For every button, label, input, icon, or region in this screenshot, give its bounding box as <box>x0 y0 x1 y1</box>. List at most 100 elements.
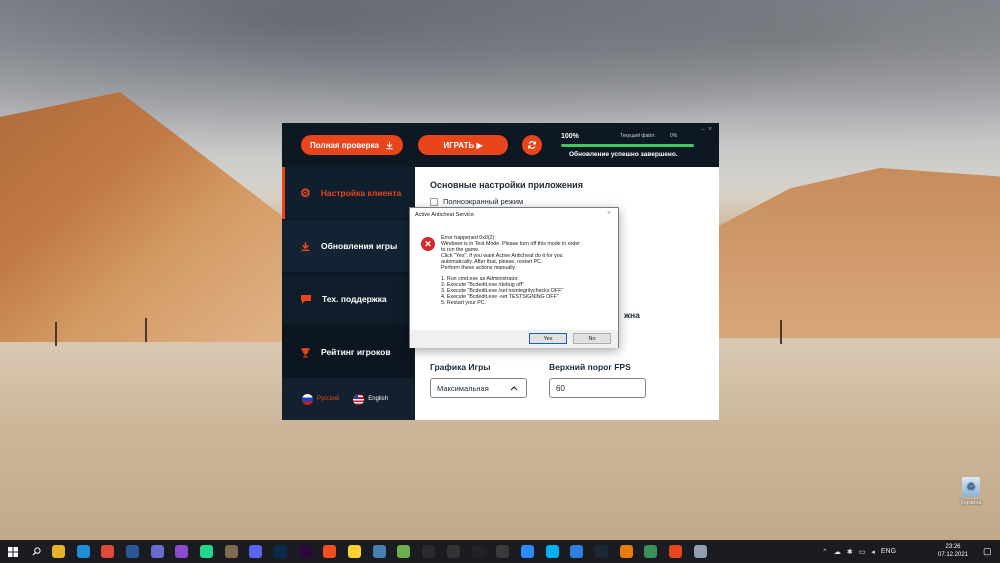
recycle-bin[interactable]: ♻ Корзина <box>951 477 991 506</box>
taskbar-launcher-app[interactable] <box>663 540 688 563</box>
sidebar-item-label: Рейтинг игроков <box>321 347 391 357</box>
status-text: Обновление успешно завершено. <box>569 151 678 158</box>
taskbar: ⌃ ☁ ✱ ▭ ◂ ENG 23:26 07.12.2021 ▢ <box>0 540 1000 563</box>
taskbar-edge[interactable] <box>71 540 96 563</box>
taskbar-figma[interactable] <box>318 540 343 563</box>
dialog-close-button[interactable]: × <box>607 210 611 217</box>
visual-studio-icon <box>175 545 189 558</box>
notification-icon[interactable]: ▢ <box>983 546 992 557</box>
taskbar-zoom[interactable] <box>515 540 540 563</box>
taskbar-pycharm[interactable] <box>194 540 219 563</box>
play-button[interactable]: ИГРАТЬ ▶ <box>418 135 508 155</box>
graphics-label: Графика Игры <box>430 362 491 372</box>
fullscreen-checkbox[interactable] <box>430 197 438 206</box>
close-button[interactable]: × <box>708 126 712 133</box>
windows-icon <box>8 546 18 557</box>
chevron-up-icon[interactable]: ⌃ <box>822 548 828 556</box>
error-dialog: Active Anticheat Service × ✕ Error happe… <box>409 207 619 348</box>
taskbar-apps <box>46 540 713 563</box>
word-icon <box>125 545 139 558</box>
taskbar-epic-games[interactable] <box>441 540 466 563</box>
taskbar-miro[interactable] <box>342 540 367 563</box>
graphics-select[interactable]: Максимальная <box>430 378 527 398</box>
terminal-icon <box>422 545 436 558</box>
partially-hidden-label: жна <box>624 310 640 320</box>
steam-icon <box>594 545 608 558</box>
taskbar-unreal[interactable] <box>466 540 491 563</box>
skype-icon <box>545 545 559 558</box>
minimize-button[interactable]: − <box>701 127 705 134</box>
taskbar-terminal[interactable] <box>416 540 441 563</box>
fullscreen-option[interactable]: Полноэкранный режим <box>430 197 523 206</box>
language-label: Русский <box>317 396 340 402</box>
launcher-app-icon <box>669 545 683 558</box>
current-file-percent: 0% <box>670 133 678 139</box>
dev-tool-icon <box>570 545 584 558</box>
figma-icon <box>323 545 337 558</box>
volume-icon[interactable]: ◂ <box>871 548 875 556</box>
taskbar-photoshop[interactable] <box>268 540 293 563</box>
language-label: English <box>368 396 388 402</box>
taskbar-dev-tool[interactable] <box>564 540 589 563</box>
sidebar-item-label: Настройка клиента <box>320 188 402 198</box>
photoshop-icon <box>274 545 288 558</box>
start-button[interactable] <box>0 546 26 557</box>
sidebar-item-support[interactable]: Тех. поддержка <box>282 273 414 325</box>
window-app-icon <box>693 545 707 558</box>
current-file-label: Текущий файл: <box>620 133 656 139</box>
cloud-icon[interactable]: ☁ <box>834 548 841 556</box>
yes-button[interactable]: Yes <box>529 333 567 344</box>
recycle-bin-label: Корзина <box>960 500 982 506</box>
taskbar-visual-studio[interactable] <box>169 540 194 563</box>
full-check-button[interactable]: Полная проверка <box>301 135 403 155</box>
bluetooth-icon[interactable]: ✱ <box>847 548 853 556</box>
download-icon <box>301 241 310 251</box>
taskbar-stats-app[interactable] <box>639 540 664 563</box>
clock-date: 07.12.2021 <box>937 552 969 558</box>
mail-m-icon <box>150 545 164 558</box>
taskbar-file-explorer[interactable] <box>46 540 71 563</box>
sidebar-item-client-settings[interactable]: ⚙ Настройка клиента <box>282 167 414 219</box>
taskbar-chrome[interactable] <box>95 540 120 563</box>
gear-icon: ⚙ <box>300 186 311 200</box>
trophy-icon <box>301 347 310 357</box>
page-title: Основные настройки приложения <box>430 180 583 190</box>
network-icon[interactable]: ▭ <box>859 548 866 556</box>
taskbar-notepad-plus[interactable] <box>392 540 417 563</box>
taskbar-word[interactable] <box>120 540 145 563</box>
tree <box>145 318 147 342</box>
taskbar-blender[interactable] <box>614 540 639 563</box>
clock-time: 23:26 <box>945 544 961 550</box>
taskbar-discord[interactable] <box>244 540 269 563</box>
keyboard-language[interactable]: ENG <box>881 548 896 555</box>
taskbar-steam[interactable] <box>589 540 614 563</box>
us-flag-icon <box>353 393 365 405</box>
taskbar-obs[interactable] <box>490 540 515 563</box>
edge-icon <box>76 545 90 558</box>
taskbar-gimp[interactable] <box>219 540 244 563</box>
fps-input[interactable]: 60 <box>549 378 646 398</box>
taskbar-window-app[interactable] <box>688 540 713 563</box>
taskbar-mail-m[interactable] <box>145 540 170 563</box>
sidebar: ⚙ Настройка клиента Обновления игры Тех.… <box>282 167 414 420</box>
epic-games-icon <box>446 545 460 558</box>
error-icon: ✕ <box>421 237 435 251</box>
sidebar-item-game-updates[interactable]: Обновления игры <box>282 220 414 272</box>
unreal-icon <box>471 545 485 558</box>
graphics-value: Максимальная <box>437 383 489 393</box>
sidebar-item-player-rating[interactable]: Рейтинг игроков <box>282 326 414 378</box>
clock[interactable]: 23:26 07.12.2021 <box>933 543 973 559</box>
recycle-bin-icon: ♻ <box>962 477 980 497</box>
language-english[interactable]: English <box>353 393 388 405</box>
search-button[interactable] <box>26 547 46 556</box>
language-russian[interactable]: Русский <box>302 393 340 405</box>
taskbar-premiere[interactable] <box>293 540 318 563</box>
refresh-button[interactable] <box>522 135 542 155</box>
taskbar-skype[interactable] <box>540 540 565 563</box>
no-button[interactable]: No <box>573 333 611 344</box>
taskbar-calculator[interactable] <box>367 540 392 563</box>
progress-bar <box>561 144 694 147</box>
tree <box>55 322 57 346</box>
miro-icon <box>348 545 362 558</box>
dialog-message: Error happened 0x0(2): Windows is in Tes… <box>441 235 581 306</box>
